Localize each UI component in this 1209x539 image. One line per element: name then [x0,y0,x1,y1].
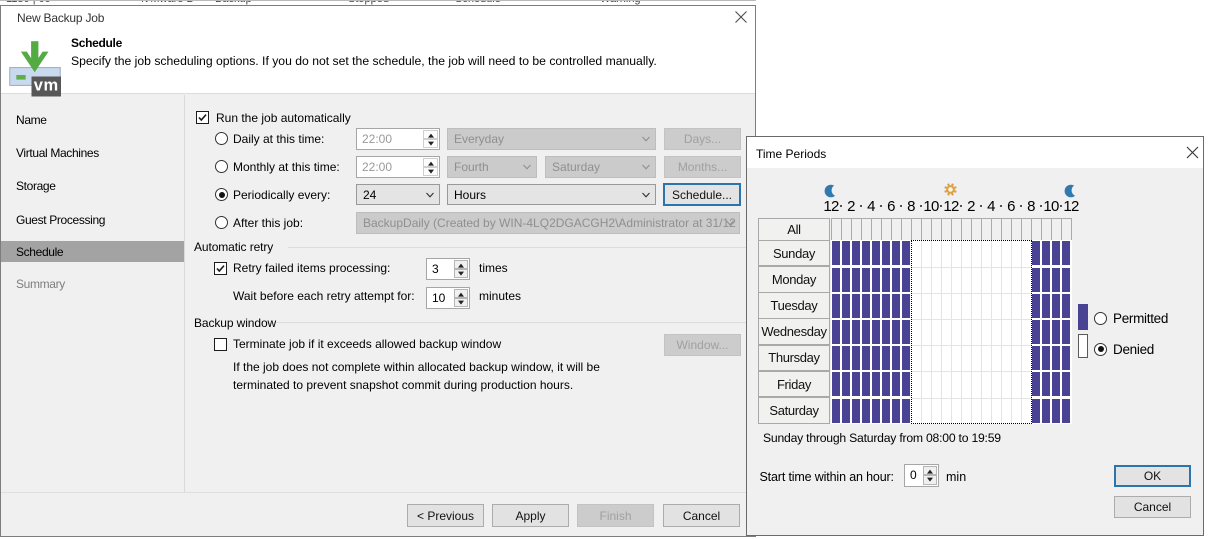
svg-text:vm: vm [34,77,59,95]
